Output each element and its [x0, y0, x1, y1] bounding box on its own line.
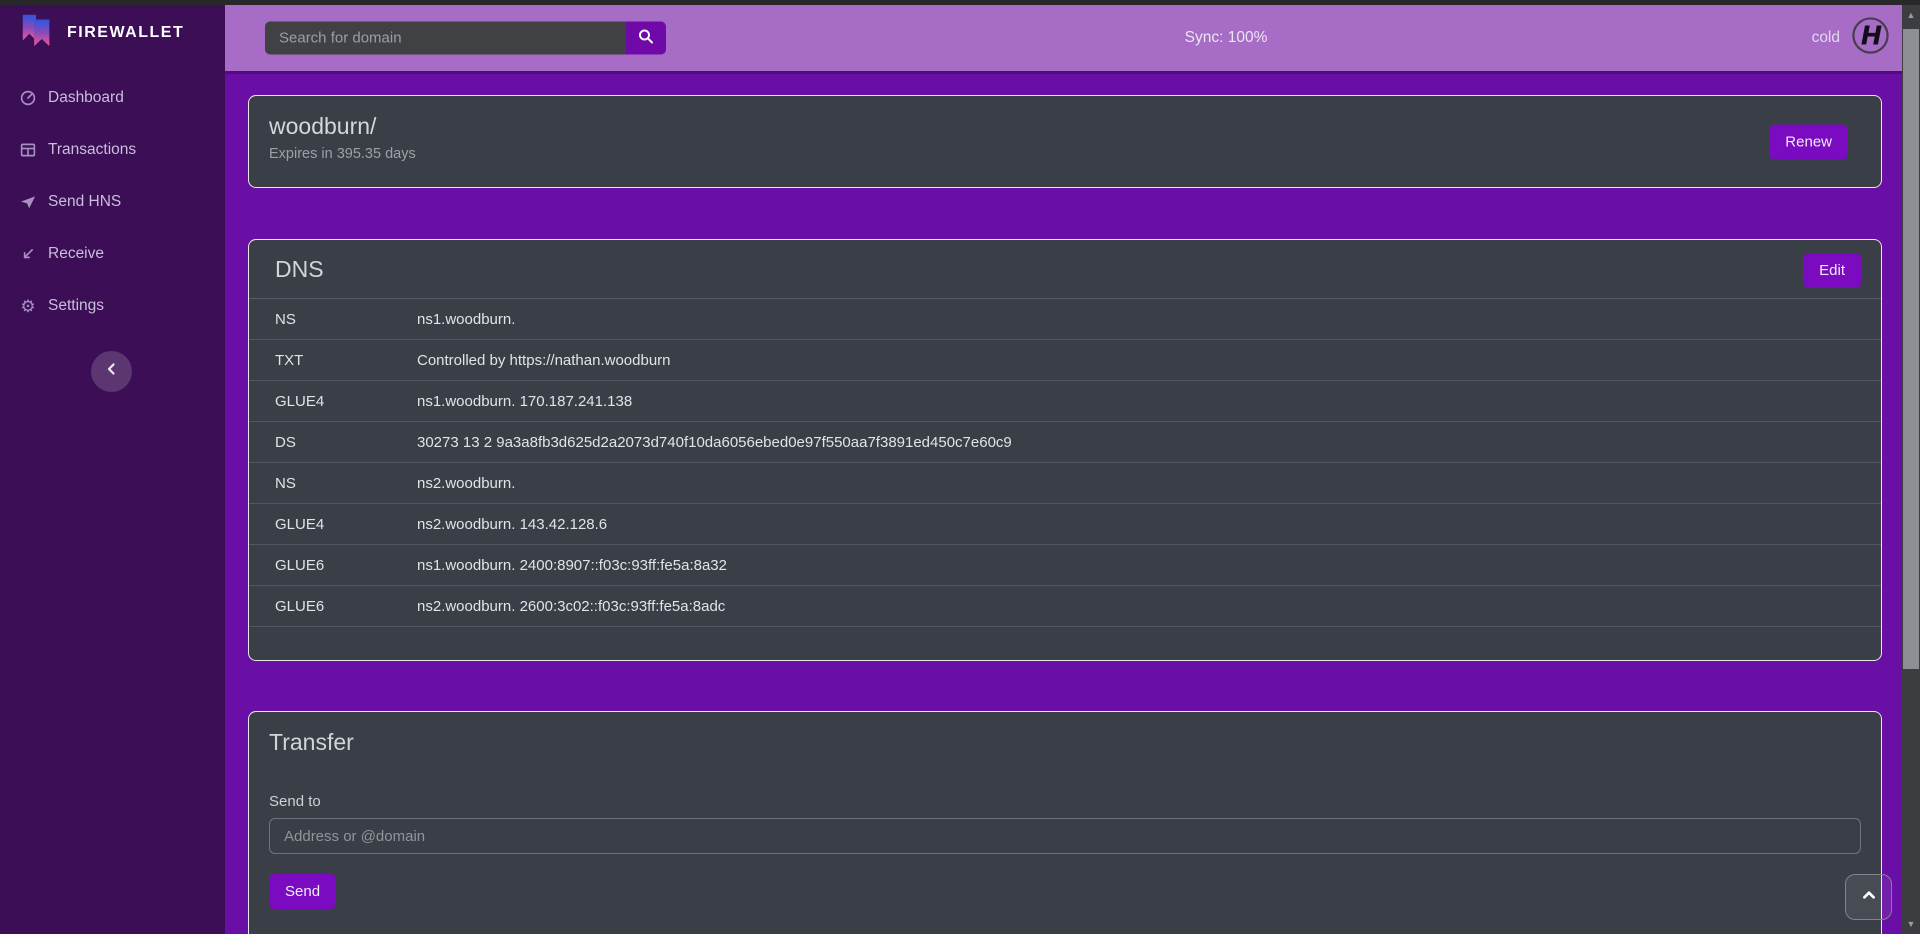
main-content: woodburn/ Expires in 395.35 days Renew D…: [225, 74, 1902, 934]
domain-summary-card: woodburn/ Expires in 395.35 days Renew: [248, 95, 1882, 188]
sidebar: FIREWALLET Dashboard Transactions: [0, 5, 225, 934]
search-icon: [637, 28, 655, 49]
receive-arrow-icon: [19, 245, 37, 263]
sidebar-item-dashboard[interactable]: Dashboard: [0, 72, 225, 124]
scrollbar-up-arrow[interactable]: ▲: [1902, 10, 1920, 20]
dns-record-value: ns2.woodburn. 2600:3c02::f03c:93ff:fe5a:…: [417, 598, 725, 615]
dns-record-value: 30273 13 2 9a3a8fb3d625d2a2073d740f10da6…: [417, 434, 1012, 451]
dns-title: DNS: [275, 256, 1861, 283]
edit-dns-button[interactable]: Edit: [1803, 253, 1861, 288]
dns-record-value: ns2.woodburn. 143.42.128.6: [417, 516, 607, 533]
dns-record-row: TXT Controlled by https://nathan.woodbur…: [249, 340, 1881, 381]
dns-record-type: NS: [275, 311, 417, 328]
dns-record-row: GLUE4 ns2.woodburn. 143.42.128.6: [249, 504, 1881, 545]
dns-record-value: ns2.woodburn.: [417, 475, 515, 492]
chevron-left-icon: [103, 360, 121, 383]
dns-card: DNS Edit NS ns1.woodburn. TXT Controlled…: [248, 239, 1882, 661]
domain-name: woodburn/: [269, 113, 1861, 140]
dns-record-type: GLUE4: [275, 516, 417, 533]
dns-record-type: GLUE4: [275, 393, 417, 410]
sidebar-nav: Dashboard Transactions Send HNS: [0, 60, 225, 332]
domain-search: [265, 22, 666, 55]
search-button[interactable]: [626, 22, 666, 55]
dns-record-type: GLUE6: [275, 598, 417, 615]
sidebar-item-label: Dashboard: [48, 89, 124, 107]
dns-records-table: NS ns1.woodburn. TXT Controlled by https…: [249, 299, 1881, 627]
dns-record-value: ns1.woodburn. 2400:8907::f03c:93ff:fe5a:…: [417, 557, 727, 574]
dns-record-row: DS 30273 13 2 9a3a8fb3d625d2a2073d740f10…: [249, 422, 1881, 463]
page-scrollbar[interactable]: ▲ ▼: [1902, 5, 1920, 934]
send-to-label: Send to: [269, 793, 1861, 810]
dns-record-row: GLUE4 ns1.woodburn. 170.187.241.138: [249, 381, 1881, 422]
sidebar-collapse-button[interactable]: [91, 351, 132, 392]
dns-record-value: Controlled by https://nathan.woodburn: [417, 352, 671, 369]
chevron-up-icon: [1858, 884, 1880, 911]
dns-record-type: NS: [275, 475, 417, 492]
firewallet-logo-icon: [18, 11, 56, 54]
dns-record-type: DS: [275, 434, 417, 451]
sync-status: Sync: 100%: [1185, 29, 1268, 47]
transfer-address-input[interactable]: [269, 818, 1861, 854]
wallet-name: cold: [1812, 29, 1840, 47]
dns-record-row: GLUE6 ns1.woodburn. 2400:8907::f03c:93ff…: [249, 545, 1881, 586]
dashboard-icon: [19, 89, 37, 107]
dns-record-row: NS ns2.woodburn.: [249, 463, 1881, 504]
dns-record-type: TXT: [275, 352, 417, 369]
scrollbar-down-arrow[interactable]: ▼: [1902, 919, 1920, 929]
dns-record-row: NS ns1.woodburn.: [249, 299, 1881, 340]
dns-record-value: ns1.woodburn.: [417, 311, 515, 328]
sidebar-item-send-hns[interactable]: Send HNS: [0, 176, 225, 228]
topbar: Sync: 100% cold H: [225, 5, 1902, 74]
send-transfer-button[interactable]: Send: [269, 874, 336, 909]
sidebar-item-receive[interactable]: Receive: [0, 228, 225, 280]
sidebar-item-label: Settings: [48, 297, 104, 315]
sidebar-item-settings[interactable]: ⚙ Settings: [0, 280, 225, 332]
wallet-indicator: cold H: [1812, 5, 1890, 71]
search-input[interactable]: [265, 22, 626, 55]
dns-card-header: DNS Edit: [249, 240, 1881, 299]
sidebar-item-label: Receive: [48, 245, 104, 263]
transfer-card: Transfer Send to Send: [248, 711, 1882, 934]
transactions-icon: [19, 141, 37, 159]
scrollbar-thumb[interactable]: [1903, 29, 1919, 669]
dns-record-type: GLUE6: [275, 557, 417, 574]
brand-name: FIREWALLET: [67, 24, 184, 42]
dns-record-value: ns1.woodburn. 170.187.241.138: [417, 393, 632, 410]
sidebar-item-label: Transactions: [48, 141, 136, 159]
send-icon: [19, 193, 37, 211]
transfer-title: Transfer: [269, 729, 1861, 756]
sidebar-item-label: Send HNS: [48, 193, 121, 211]
sidebar-item-transactions[interactable]: Transactions: [0, 124, 225, 176]
handshake-logo-icon[interactable]: H: [1851, 16, 1890, 60]
dns-record-row: GLUE6 ns2.woodburn. 2600:3c02::f03c:93ff…: [249, 586, 1881, 627]
brand-header[interactable]: FIREWALLET: [0, 5, 225, 60]
gear-icon: ⚙: [19, 297, 37, 315]
domain-expiry: Expires in 395.35 days: [269, 146, 1861, 162]
renew-button[interactable]: Renew: [1769, 124, 1848, 159]
svg-text:H: H: [1861, 20, 1882, 50]
scroll-to-top-button[interactable]: [1845, 874, 1892, 920]
